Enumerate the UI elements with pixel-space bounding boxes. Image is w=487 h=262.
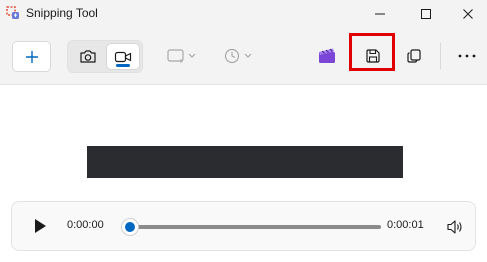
close-button[interactable]	[449, 0, 487, 28]
current-time: 0:00:00	[67, 219, 104, 231]
volume-button[interactable]	[443, 215, 467, 239]
total-time: 0:00:01	[387, 219, 424, 231]
video-preview	[87, 132, 403, 204]
copy-button[interactable]	[400, 42, 428, 70]
delay-dropdown[interactable]	[220, 42, 258, 70]
media-player-controls: 0:00:00 0:00:01	[11, 201, 476, 251]
snipping-tool-app-icon	[6, 6, 19, 19]
speaker-icon	[447, 220, 462, 234]
minimize-icon	[375, 13, 385, 15]
capture-mode-toggle	[67, 40, 143, 73]
title-bar: Snipping Tool	[0, 0, 487, 28]
video-camera-icon	[114, 51, 132, 62]
new-snip-button[interactable]	[12, 41, 51, 72]
content-area: 0:00:00 0:00:01	[0, 85, 487, 262]
screenshot-mode-button[interactable]	[71, 44, 104, 69]
maximize-icon	[421, 9, 431, 19]
rectangle-snip-icon	[167, 49, 196, 63]
save-highlight-box	[349, 33, 395, 71]
close-icon	[463, 9, 473, 19]
seek-thumb[interactable]	[121, 218, 139, 236]
plus-icon	[25, 50, 38, 63]
video-mode-button[interactable]	[106, 43, 140, 70]
clipchamp-button[interactable]	[313, 43, 341, 69]
more-options-button[interactable]	[453, 42, 481, 70]
clipchamp-icon	[319, 48, 335, 63]
preview-dark-bar	[87, 146, 403, 178]
seek-thumb-dot	[125, 222, 135, 232]
clock-icon	[224, 48, 252, 64]
play-icon	[35, 219, 46, 233]
snip-shape-dropdown[interactable]	[163, 42, 201, 70]
camera-icon	[79, 50, 96, 63]
selected-mode-indicator	[116, 64, 130, 67]
window-title: Snipping Tool	[26, 6, 98, 20]
seek-track[interactable]	[135, 225, 381, 229]
toolbar-divider	[440, 43, 441, 69]
more-icon	[458, 54, 476, 58]
minimize-button[interactable]	[357, 0, 403, 28]
copy-icon	[407, 49, 421, 63]
play-button[interactable]	[28, 214, 52, 238]
toolbar	[0, 28, 487, 85]
maximize-button[interactable]	[403, 0, 449, 28]
